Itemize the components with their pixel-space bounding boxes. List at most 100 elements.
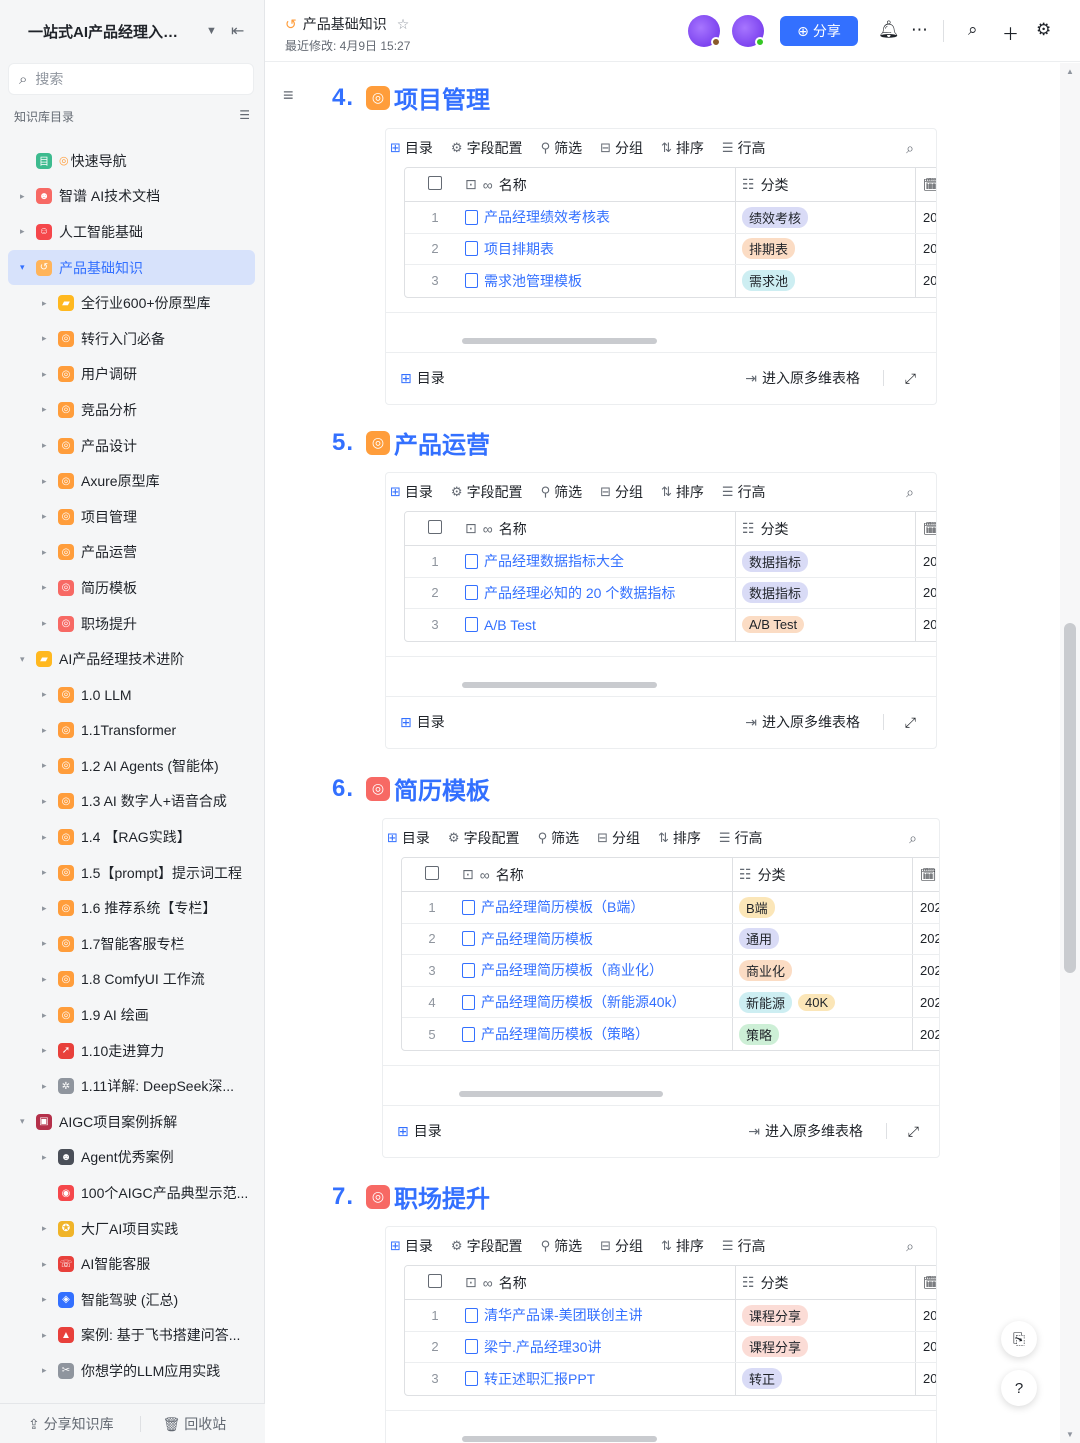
collapse-arrow-icon[interactable]: ▸ (42, 1365, 47, 1376)
collapse-arrow-icon[interactable]: ▸ (42, 440, 47, 451)
table-row[interactable]: 1 产品经理简历模板（B端） B端 202 (402, 892, 939, 924)
record-name-link[interactable]: 产品经理绩效考核表 (484, 207, 610, 227)
sidebar-item[interactable]: ▸ ◎ 用户调研 (0, 357, 265, 393)
group-button[interactable]: ⊟ 分组 (600, 482, 643, 502)
collapse-arrow-icon[interactable]: ▸ (42, 618, 47, 629)
doc-history-icon[interactable]: ⎘ (1001, 1321, 1037, 1357)
expand-arrow-icon[interactable]: ▾ (20, 1116, 25, 1127)
expand-icon[interactable]: ⤢ (908, 1123, 919, 1140)
share-knowledge-base-button[interactable]: ⇪ 分享知识库 (28, 1414, 114, 1434)
sidebar-item[interactable]: ▸ ➚ 1.10走进算力 (0, 1033, 265, 1069)
recycle-bin-button[interactable]: 🗑 回收站 (163, 1414, 227, 1434)
select-all-checkbox[interactable] (425, 866, 439, 880)
table-row[interactable]: 3 A/B Test A/B Test 20 (405, 609, 936, 641)
group-button[interactable]: ⊟ 分组 (597, 828, 640, 848)
sidebar-item[interactable]: ▸ ▲ 案例: 基于飞书搭建问答... (0, 1318, 265, 1354)
collapse-arrow-icon[interactable]: ▸ (42, 760, 47, 771)
sidebar-item[interactable]: ▸ ◎ 1.5【prompt】提示词工程 (0, 855, 265, 891)
date-cell[interactable]: 202 (913, 995, 939, 1010)
table-row[interactable]: 3 产品经理简历模板（商业化） 商业化 202 (402, 955, 939, 987)
sort-button[interactable]: ⇅ 排序 (658, 828, 701, 848)
collapse-arrow-icon[interactable]: ▸ (42, 938, 47, 949)
collapse-arrow-icon[interactable]: ▸ (42, 903, 47, 914)
date-cell[interactable]: 20 (916, 617, 936, 632)
collapse-arrow-icon[interactable]: ▸ (42, 867, 47, 878)
column-header-date-icon[interactable]: 🗓︎ (916, 177, 936, 193)
collapse-arrow-icon[interactable]: ▸ (42, 582, 47, 593)
date-cell[interactable]: 20 (916, 1339, 936, 1354)
collapse-arrow-icon[interactable]: ▸ (42, 1294, 47, 1305)
record-name-cell[interactable]: A/B Test (465, 609, 736, 641)
catalog-view-tab[interactable]: ⊞ 目录 (390, 1236, 433, 1256)
date-cell[interactable]: 20 (916, 585, 936, 600)
date-cell[interactable]: 20 (916, 210, 936, 225)
table-row[interactable]: 2 产品经理简历模板 通用 202 (402, 923, 939, 956)
table-row[interactable]: 3 需求池管理模板 需求池 20 (405, 265, 936, 297)
avatar[interactable] (732, 15, 765, 47)
date-cell[interactable]: 20 (916, 241, 936, 256)
sidebar-item[interactable]: ▸ ◎ 1.4 【RAG实践】 (0, 819, 265, 855)
sidebar-item[interactable]: ▸ ◎ 项目管理 (0, 499, 265, 535)
collapse-arrow-icon[interactable]: ▸ (42, 974, 47, 985)
category-cell[interactable]: 排期表 (736, 233, 916, 265)
record-name-cell[interactable]: 产品经理简历模板（新能源40k） (462, 986, 733, 1018)
scroll-down-icon[interactable]: ▼ (1066, 1430, 1074, 1439)
filter-button[interactable]: ⚲ 筛选 (541, 1236, 583, 1256)
select-all-checkbox[interactable] (428, 176, 442, 190)
field-config-button[interactable]: ⚙ 字段配置 (448, 828, 520, 848)
sidebar-item[interactable]: ▸ ▰ 全行业600+份原型库 (0, 285, 265, 321)
sidebar-item[interactable]: ▸ ◎ 1.2 AI Agents (智能体) (0, 748, 265, 784)
table-row[interactable]: 2 产品经理必知的 20 个数据指标 数据指标 20 (405, 577, 936, 610)
sidebar-item[interactable]: ▸ ◈ 智能驾驶 (汇总) (0, 1282, 265, 1318)
open-base-table-button[interactable]: ⇥ 进入原多维表格 (745, 368, 860, 388)
collapse-arrow-icon[interactable]: ▸ (42, 725, 47, 736)
search-records-icon[interactable]: ⌕ (906, 1238, 914, 1255)
category-cell[interactable]: 策略 (733, 1018, 913, 1050)
expand-arrow-icon[interactable]: ▾ (20, 654, 25, 665)
collapse-arrow-icon[interactable]: ▸ (42, 511, 47, 522)
record-name-link[interactable]: 产品经理简历模板 (481, 929, 593, 949)
collapse-arrow-icon[interactable]: ▸ (20, 226, 25, 237)
category-cell[interactable]: 课程分享 (736, 1300, 916, 1331)
group-button[interactable]: ⊟ 分组 (600, 1236, 643, 1256)
sidebar-item[interactable]: ▸ ◎ 1.7智能客服专栏 (0, 926, 265, 962)
date-cell[interactable]: 202 (913, 963, 939, 978)
collapse-arrow-icon[interactable]: ▸ (42, 404, 47, 415)
table-row[interactable]: 3 转正述职汇报PPT 转正 20 (405, 1363, 936, 1395)
column-header-category[interactable]: ☷ 分类 (733, 858, 913, 891)
category-cell[interactable]: 需求池 (736, 265, 916, 297)
sidebar-item[interactable]: ▸ ◎ 1.3 AI 数字人+语音合成 (0, 784, 265, 820)
record-name-cell[interactable]: 产品经理简历模板（商业化） (462, 955, 733, 986)
record-name-cell[interactable]: 清华产品课-美团联创主讲 (465, 1300, 736, 1331)
column-header-category[interactable]: ☷ 分类 (736, 512, 916, 545)
record-name-link[interactable]: A/B Test (484, 617, 536, 633)
column-header-category[interactable]: ☷ 分类 (736, 1266, 916, 1299)
record-name-link[interactable]: 产品经理简历模板（B端） (481, 897, 644, 917)
record-name-cell[interactable]: 需求池管理模板 (465, 265, 736, 297)
category-cell[interactable]: 转正 (736, 1363, 916, 1395)
date-cell[interactable]: 20 (916, 1308, 936, 1323)
table-row[interactable]: 1 清华产品课-美团联创主讲 课程分享 20 (405, 1300, 936, 1332)
category-cell[interactable]: 数据指标 (736, 546, 916, 577)
expand-icon[interactable]: ⤢ (905, 370, 916, 387)
search-records-icon[interactable]: ⌕ (906, 484, 914, 501)
record-name-link[interactable]: 项目排期表 (484, 239, 554, 259)
sidebar-item[interactable]: ▸ ◎ 转行入门必备 (0, 321, 265, 357)
category-cell[interactable]: 通用 (733, 923, 913, 955)
collapse-arrow-icon[interactable]: ▸ (42, 1010, 47, 1021)
sidebar-item[interactable]: ▸ ☺ 人工智能基础 (0, 214, 265, 250)
category-cell[interactable]: 新能源 40K (733, 986, 913, 1018)
filter-button[interactable]: ⚲ 筛选 (541, 482, 583, 502)
record-name-link[interactable]: 转正述职汇报PPT (484, 1369, 595, 1389)
collapse-arrow-icon[interactable]: ▸ (42, 1223, 47, 1234)
sidebar-item[interactable]: ▸ ◎ 1.6 推荐系统【专栏】 (0, 890, 265, 926)
expand-icon[interactable]: ⤢ (905, 714, 916, 731)
sidebar-item[interactable]: ▾ ▰ AI产品经理技术进阶 (0, 641, 265, 677)
sort-button[interactable]: ⇅ 排序 (661, 138, 704, 158)
sidebar-item[interactable]: ▸ ☻ 智谱 AI技术文档 (0, 179, 265, 215)
record-name-link[interactable]: 梁宁.产品经理30讲 (484, 1337, 601, 1357)
sidebar-item[interactable]: ◉ 100个AIGC产品典型示范... (0, 1175, 265, 1211)
horizontal-scrollbar-thumb[interactable] (462, 1435, 657, 1442)
collapse-arrow-icon[interactable]: ▸ (42, 1330, 47, 1341)
record-name-link[interactable]: 清华产品课-美团联创主讲 (484, 1305, 643, 1325)
